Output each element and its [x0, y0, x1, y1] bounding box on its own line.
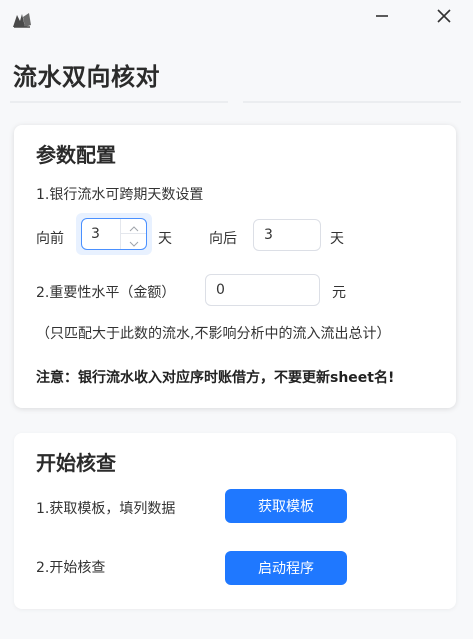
importance-amount-value: 0: [216, 282, 225, 298]
importance-label: 2.重要性水平（金额）: [36, 285, 176, 301]
title-bar: [0, 0, 473, 38]
forward-days-stepper[interactable]: 3: [81, 218, 147, 250]
app-logo-icon: [10, 9, 34, 31]
cross-days-label: 1.银行流水可跨期天数设置: [36, 187, 204, 203]
backward-days-input[interactable]: 3: [253, 219, 321, 251]
minimize-icon: [374, 8, 390, 28]
notice-text: 注意：银行流水收入对应序时账借方，不要更新sheet名!: [36, 370, 395, 386]
forward-stepper-focus: 3: [76, 213, 152, 255]
chevron-down-icon: [129, 232, 139, 251]
step2-label: 2.开始核查: [36, 560, 106, 576]
importance-hint: （只匹配大于此数的流水,不影响分析中的流入流出总计）: [36, 326, 391, 342]
minimize-button[interactable]: [368, 6, 396, 30]
get-template-button[interactable]: 获取模板: [225, 489, 347, 523]
params-card-title: 参数配置: [36, 143, 116, 167]
step1-label: 1.获取模板，填列数据: [36, 501, 176, 517]
close-button[interactable]: [430, 6, 458, 30]
importance-unit: 元: [332, 285, 346, 301]
stepper-buttons: [120, 219, 146, 249]
backward-unit: 天: [330, 231, 344, 247]
close-icon: [436, 8, 452, 28]
stepper-down-button[interactable]: [121, 234, 146, 249]
forward-label: 向前: [36, 231, 64, 247]
backward-label: 向后: [209, 231, 237, 247]
check-card: 开始核查 1.获取模板，填列数据 获取模板 2.开始核查 启动程序: [14, 433, 456, 609]
start-program-button[interactable]: 启动程序: [225, 551, 347, 585]
title-divider: [243, 101, 461, 103]
page-title: 流水双向核对: [13, 63, 160, 91]
forward-unit: 天: [158, 231, 172, 247]
title-divider: [10, 101, 228, 103]
importance-amount-input[interactable]: 0: [205, 274, 320, 306]
forward-days-value: 3: [91, 226, 100, 242]
check-card-title: 开始核查: [36, 451, 116, 475]
params-card: 参数配置 1.银行流水可跨期天数设置 向前 3 天 向后 3 天 2.重要性水平…: [14, 125, 456, 408]
backward-days-value: 3: [264, 227, 273, 243]
